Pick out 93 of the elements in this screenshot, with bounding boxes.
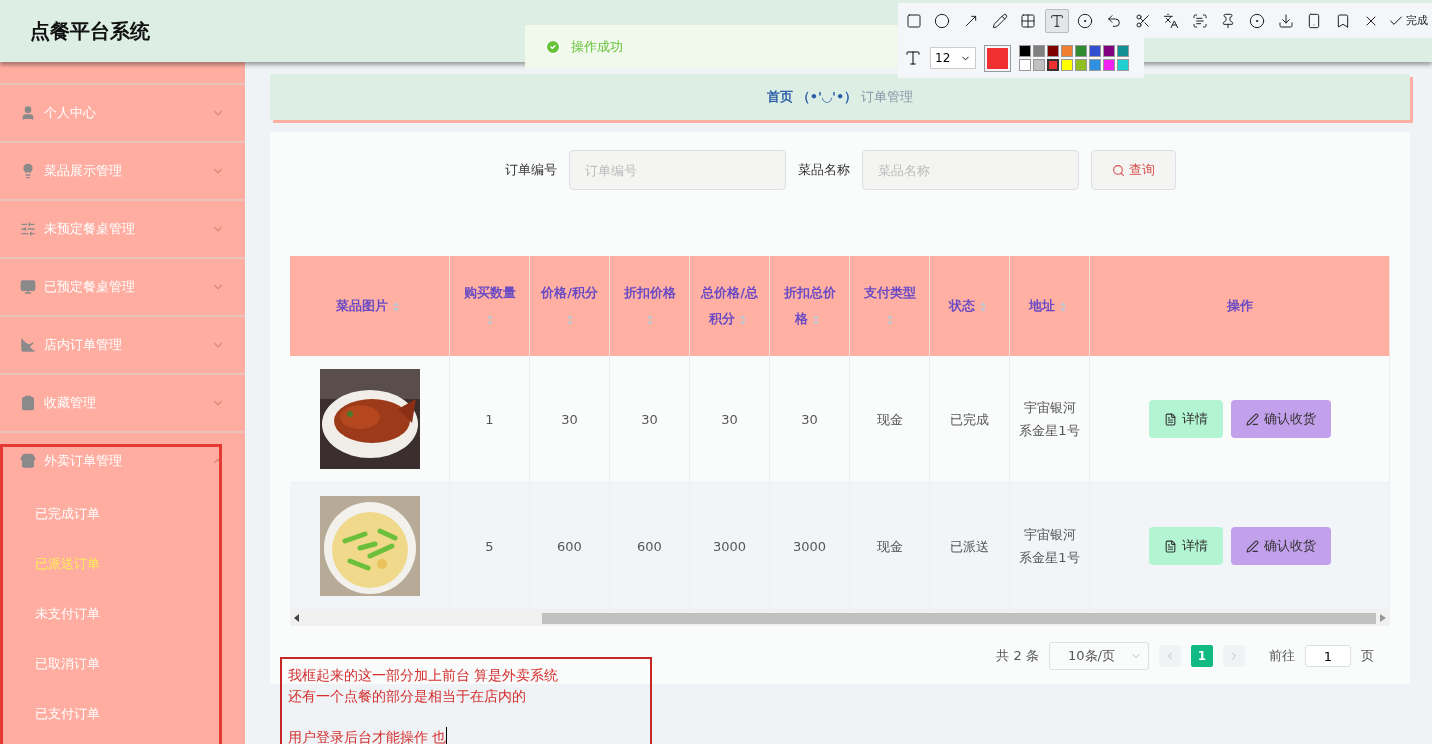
color-swatch[interactable] xyxy=(1117,45,1129,57)
horizontal-scrollbar[interactable] xyxy=(290,610,1390,626)
submenu-item[interactable]: 已取消订单 xyxy=(0,639,245,689)
table-cell: 600 xyxy=(610,483,690,610)
column-header[interactable]: 支付类型 xyxy=(850,256,930,356)
submenu-item[interactable]: 已完成订单 xyxy=(0,489,245,539)
sidebar-item[interactable]: 个人中心 xyxy=(0,83,245,141)
page-size-select[interactable]: 10条/页 xyxy=(1049,642,1149,670)
user-icon xyxy=(20,105,36,121)
color-swatch[interactable] xyxy=(1047,59,1059,71)
color-swatch[interactable] xyxy=(1033,59,1045,71)
column-header[interactable]: 操作 xyxy=(1090,256,1390,356)
color-swatch[interactable] xyxy=(1075,45,1087,57)
sidebar-item[interactable]: 外卖订单管理 xyxy=(0,431,245,489)
color-swatch[interactable] xyxy=(1019,45,1031,57)
column-header[interactable]: 总价格/总积分 xyxy=(690,256,770,356)
note-text: 还有一个点餐的部分是相当于在店内的 xyxy=(288,687,526,706)
note-text: 我框起来的这一部分加上前台 算是外卖系统 xyxy=(288,666,559,685)
confirm-button[interactable]: 确认收货 xyxy=(1230,400,1331,438)
font-icon xyxy=(904,49,922,67)
breadcrumb-separator: （•'◡'•） xyxy=(796,88,858,106)
current-color-swatch[interactable] xyxy=(984,44,1011,72)
table-cell: 30 xyxy=(770,356,850,483)
bulb-icon xyxy=(20,163,36,179)
detail-button[interactable]: 详情 xyxy=(1148,527,1223,565)
search-button[interactable]: 查询 xyxy=(1090,150,1176,190)
submenu-item[interactable]: 已支付订单 xyxy=(0,689,245,739)
color-swatch[interactable] xyxy=(1089,45,1101,57)
table-cell: 30 xyxy=(690,356,770,483)
column-header[interactable]: 折扣价格 xyxy=(610,256,690,356)
done-button[interactable]: 完成 xyxy=(1388,12,1429,29)
sidebar-item[interactable]: 收藏管理 xyxy=(0,373,245,431)
sidebar-item[interactable]: 未预定餐桌管理 xyxy=(0,199,245,257)
font-size-select[interactable]: 12 xyxy=(930,47,976,69)
field-label: 订单编号 xyxy=(504,161,557,179)
note-text: 用户登录后台才能操作 也 xyxy=(288,727,448,744)
document-icon xyxy=(1163,539,1177,553)
table-cell: 现金 xyxy=(850,483,930,610)
table-cell: 5 xyxy=(450,483,530,610)
table-cell: 现金 xyxy=(850,356,930,483)
success-icon xyxy=(545,39,561,55)
scroll-right-icon[interactable] xyxy=(1380,614,1386,622)
table-cell: 宇宙银河系金星1号 xyxy=(1010,483,1090,610)
breadcrumb-current: 订单管理 xyxy=(861,88,914,106)
table-cell: 3000 xyxy=(690,483,770,610)
color-swatch[interactable] xyxy=(1103,59,1115,71)
color-swatch[interactable] xyxy=(1075,59,1087,71)
column-header[interactable]: 折扣总价格 xyxy=(770,256,850,356)
page-input[interactable]: 1 xyxy=(1305,645,1351,667)
color-swatch[interactable] xyxy=(1089,59,1101,71)
field-label: 菜品名称 xyxy=(797,161,850,179)
color-swatch[interactable] xyxy=(1019,59,1031,71)
pen-icon xyxy=(1245,539,1259,553)
table-cell: 1 xyxy=(450,356,530,483)
text-icon[interactable] xyxy=(1044,8,1069,33)
store-icon xyxy=(20,453,36,469)
monitor-icon xyxy=(20,279,36,295)
table-cell: 已完成 xyxy=(930,356,1010,483)
color-swatch[interactable] xyxy=(1047,45,1059,57)
sliders-icon xyxy=(20,221,36,237)
page-button[interactable]: 1 xyxy=(1191,645,1213,667)
sidebar-item[interactable]: 菜品展示管理 xyxy=(0,141,245,199)
detail-button[interactable]: 详情 xyxy=(1148,400,1223,438)
sidebar-item[interactable]: 店内订单管理 xyxy=(0,315,245,373)
table-cell: 3000 xyxy=(770,483,850,610)
color-swatch[interactable] xyxy=(1103,45,1115,57)
column-header[interactable]: 状态 xyxy=(930,256,1010,356)
table-cell: 30 xyxy=(530,356,610,483)
column-header[interactable]: 地址 xyxy=(1010,256,1090,356)
confirm-button[interactable]: 确认收货 xyxy=(1230,527,1331,565)
sidebar-item[interactable]: 已预定餐桌管理 xyxy=(0,257,245,315)
search-icon xyxy=(1111,163,1125,177)
pen-icon xyxy=(1245,412,1259,426)
document-icon xyxy=(1163,412,1177,426)
color-swatch[interactable] xyxy=(1117,59,1129,71)
table-cell: 宇宙银河系金星1号 xyxy=(1010,356,1090,483)
table-cell: 600 xyxy=(530,483,610,610)
total-count: 共 2 条 xyxy=(996,647,1039,665)
color-swatch[interactable] xyxy=(1033,45,1045,57)
scroll-left-icon[interactable] xyxy=(294,614,300,622)
table-cell: 30 xyxy=(610,356,690,483)
app-title: 点餐平台系统 xyxy=(30,17,150,45)
color-swatch[interactable] xyxy=(1061,45,1073,57)
column-header[interactable]: 购买数量 xyxy=(450,256,530,356)
goto-label: 前往 xyxy=(1269,647,1295,665)
column-header[interactable]: 菜品图片 xyxy=(290,256,450,356)
page-suffix: 页 xyxy=(1361,647,1374,665)
color-swatch[interactable] xyxy=(1061,59,1073,71)
clipboard-icon xyxy=(20,395,36,411)
table-cell: 已派送 xyxy=(930,483,1010,610)
breadcrumb-home[interactable]: 首页 xyxy=(766,88,793,106)
submenu-item[interactable]: 未支付订单 xyxy=(0,589,245,639)
column-header[interactable]: 价格/积分 xyxy=(530,256,610,356)
